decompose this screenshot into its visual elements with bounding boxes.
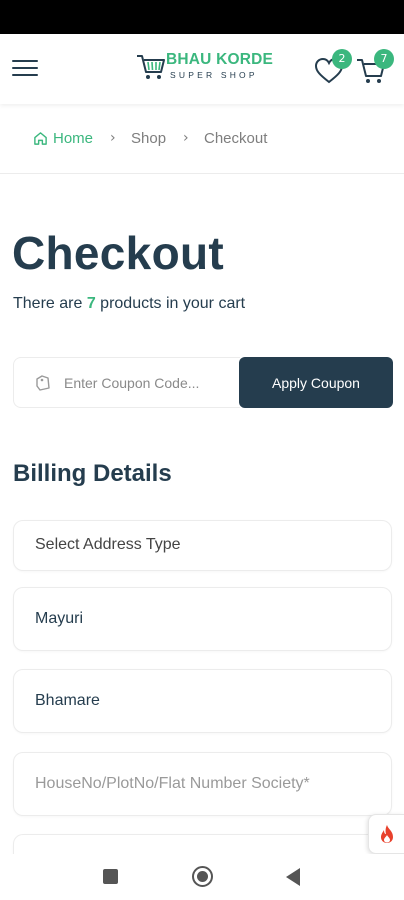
logo-title: BHAU KORDE	[166, 51, 274, 68]
home-button[interactable]	[192, 866, 213, 887]
cart-product-count: 7	[86, 295, 96, 312]
address-placeholder: HouseNo/PlotNo/Flat Number Society*	[35, 775, 310, 792]
cart-count-badge: 7	[374, 49, 394, 69]
coupon-field	[13, 357, 240, 408]
cart-info-prefix: There are	[13, 295, 87, 312]
address-field[interactable]: HouseNo/PlotNo/Flat Number Society*	[13, 752, 392, 816]
cart-button[interactable]: 7	[354, 49, 394, 86]
wishlist-button[interactable]: 2	[312, 49, 352, 86]
cart-info-suffix: products in your cart	[95, 295, 246, 312]
flame-icon	[380, 825, 393, 843]
tag-icon	[36, 375, 50, 391]
breadcrumb-separator: ›	[183, 130, 189, 146]
last-name-field[interactable]: Bhamare	[13, 669, 392, 733]
first-name-field[interactable]: Mayuri	[13, 587, 392, 651]
flame-button[interactable]	[368, 814, 404, 854]
cart-info: There are 7 products in your cart	[13, 295, 245, 313]
breadcrumb-home-label: Home	[53, 130, 94, 147]
apply-coupon-button[interactable]: Apply Coupon	[239, 357, 393, 408]
coupon-form: Apply Coupon	[13, 357, 393, 408]
breadcrumb-home-link[interactable]: Home	[33, 130, 93, 147]
address-type-label: Select Address Type	[35, 536, 181, 553]
logo-subtitle: SUPER SHOP	[170, 70, 258, 80]
breadcrumb-separator: ›	[110, 130, 116, 146]
recent-apps-button[interactable]	[103, 869, 118, 884]
hamburger-menu-icon[interactable]	[12, 58, 38, 78]
coupon-code-input[interactable]	[64, 372, 234, 394]
basket-icon	[137, 55, 165, 79]
status-bar	[0, 0, 404, 34]
address-type-select[interactable]: Select Address Type	[13, 520, 392, 571]
app-header: BHAU KORDE SUPER SHOP 2 7	[0, 34, 404, 104]
breadcrumb-current: Checkout	[204, 130, 268, 147]
logo[interactable]: BHAU KORDE SUPER SHOP	[136, 50, 281, 88]
system-navigation-bar	[0, 854, 404, 900]
back-button[interactable]	[286, 868, 300, 886]
breadcrumb-shop-link[interactable]: Shop	[131, 130, 166, 147]
last-name-value: Bhamare	[35, 692, 100, 709]
billing-details-heading: Billing Details	[13, 460, 172, 487]
breadcrumb: Home › Shop › Checkout	[0, 104, 404, 174]
page-title: Checkout	[12, 227, 224, 279]
first-name-value: Mayuri	[35, 610, 84, 627]
home-icon	[34, 132, 47, 145]
wishlist-count-badge: 2	[332, 49, 352, 69]
